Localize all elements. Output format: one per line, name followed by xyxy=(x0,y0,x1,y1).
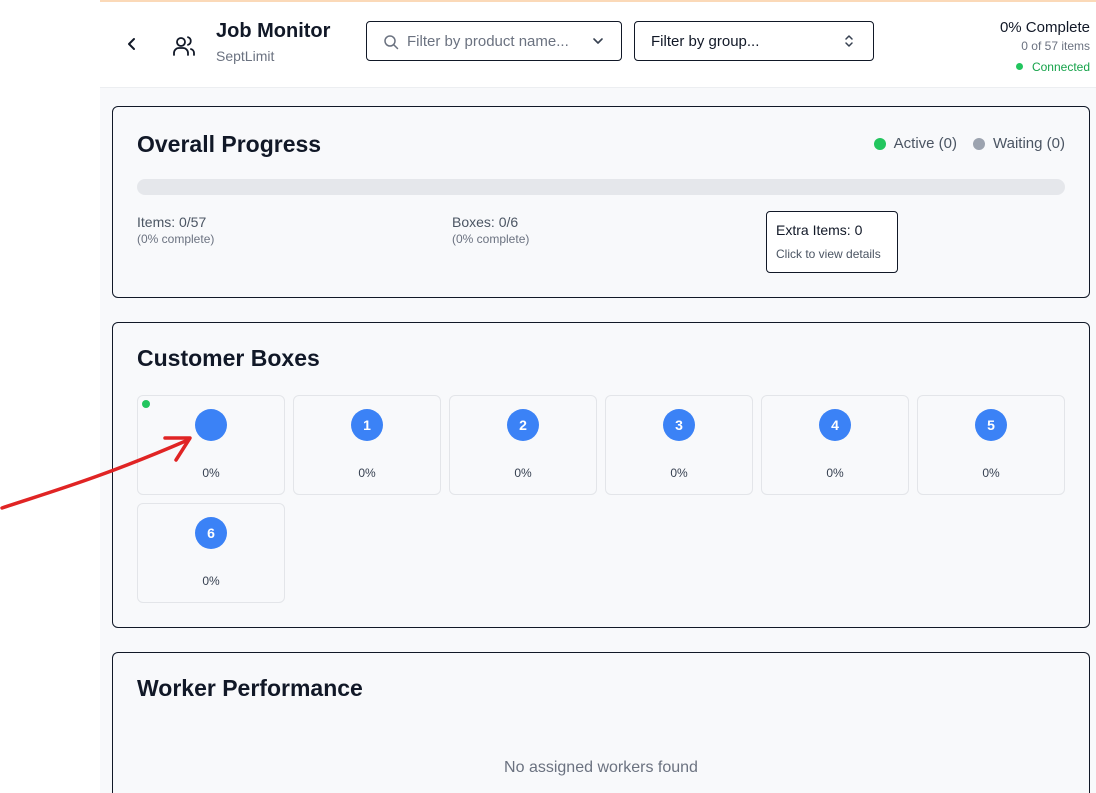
items-stat-label: Items: 0/57 xyxy=(137,214,207,230)
chevron-down-icon xyxy=(593,38,603,44)
legend-waiting-label: Waiting (0) xyxy=(993,135,1065,152)
box-percent: 0% xyxy=(982,466,1000,480)
search-icon xyxy=(384,35,399,50)
worker-performance-title: Worker Performance xyxy=(137,675,363,701)
product-filter-placeholder: Filter by product name... xyxy=(407,33,569,50)
extra-items-button[interactable]: Extra Items: 0 Click to view details xyxy=(766,211,898,273)
box-number-badge: 6 xyxy=(195,517,227,549)
box-percent: 0% xyxy=(826,466,844,480)
box-percent: 0% xyxy=(202,574,220,588)
overall-progress-bar xyxy=(137,179,1065,195)
connection-status: Connected xyxy=(1000,58,1090,76)
items-stat: Items: 0/57 (0% complete) xyxy=(137,213,214,247)
items-stat-sub: (0% complete) xyxy=(137,232,215,246)
connection-label: Connected xyxy=(1031,60,1090,74)
group-filter-select[interactable]: Filter by group... xyxy=(634,21,874,61)
extra-items-sub: Click to view details xyxy=(776,247,881,261)
boxes-stat-sub: (0% complete) xyxy=(452,232,530,246)
chevrons-up-down-icon xyxy=(845,35,853,47)
waiting-dot xyxy=(973,137,986,150)
customer-box[interactable]: 4 0% xyxy=(761,395,909,495)
boxes-stat: Boxes: 0/6 (0% complete) xyxy=(452,213,529,247)
workers-empty-message: No assigned workers found xyxy=(504,759,698,776)
page-subtitle: SeptLimit xyxy=(216,48,275,64)
box-number-badge: 5 xyxy=(975,409,1007,441)
group-filter-value: Filter by group... xyxy=(651,33,760,50)
red-annotation-arrow xyxy=(0,436,192,510)
box-percent: 0% xyxy=(514,466,532,480)
users-icon xyxy=(172,34,196,58)
legend-active: Active (0) xyxy=(873,135,958,152)
legend-waiting: Waiting (0) xyxy=(973,135,1065,152)
completion-percent: 0% Complete xyxy=(999,19,1090,36)
box-number-badge: 4 xyxy=(819,409,851,441)
boxes-stat-label: Boxes: 0/6 xyxy=(452,214,519,230)
box-percent: 0% xyxy=(358,466,376,480)
customer-box[interactable]: 5 0% xyxy=(917,395,1065,495)
connection-dot xyxy=(1015,63,1023,70)
worker-performance-card: Worker Performance No assigned workers f… xyxy=(112,652,1090,793)
product-filter-select[interactable]: Filter by product name... xyxy=(366,21,622,61)
box-number-badge: 2 xyxy=(507,409,539,441)
extra-items-label: Extra Items: 0 xyxy=(776,222,863,238)
job-status: 0% Complete 0 of 57 items Connected xyxy=(1000,18,1090,76)
completion-items: 0 of 57 items xyxy=(1021,39,1090,53)
legend-active-label: Active (0) xyxy=(893,135,958,152)
app-root: Job Monitor SeptLimit Filter by product … xyxy=(100,0,1096,793)
active-indicator-dot xyxy=(142,400,150,408)
customer-boxes-title: Customer Boxes xyxy=(137,345,320,371)
back-button[interactable] xyxy=(122,34,142,54)
customer-box[interactable]: 2 0% xyxy=(449,395,597,495)
chevron-left-icon xyxy=(128,38,135,50)
box-number-badge: 3 xyxy=(663,409,695,441)
page-title: Job Monitor xyxy=(216,20,331,42)
box-percent: 0% xyxy=(670,466,688,480)
active-dot xyxy=(873,137,886,150)
customer-box[interactable]: 1 0% xyxy=(293,395,441,495)
header: Job Monitor SeptLimit Filter by product … xyxy=(100,2,1096,88)
progress-legend: Active (0) Waiting (0) xyxy=(873,135,1065,152)
box-number-badge: 1 xyxy=(351,409,383,441)
customer-boxes-card: Customer Boxes 0% 1 0% 2 0% 3 0% 4 0% 5 0% 6 0% xyxy=(112,322,1090,628)
customer-box[interactable]: 3 0% xyxy=(605,395,753,495)
overall-progress-card: Overall Progress Active (0) Waiting (0) … xyxy=(112,106,1090,298)
overall-progress-title: Overall Progress xyxy=(137,131,322,157)
